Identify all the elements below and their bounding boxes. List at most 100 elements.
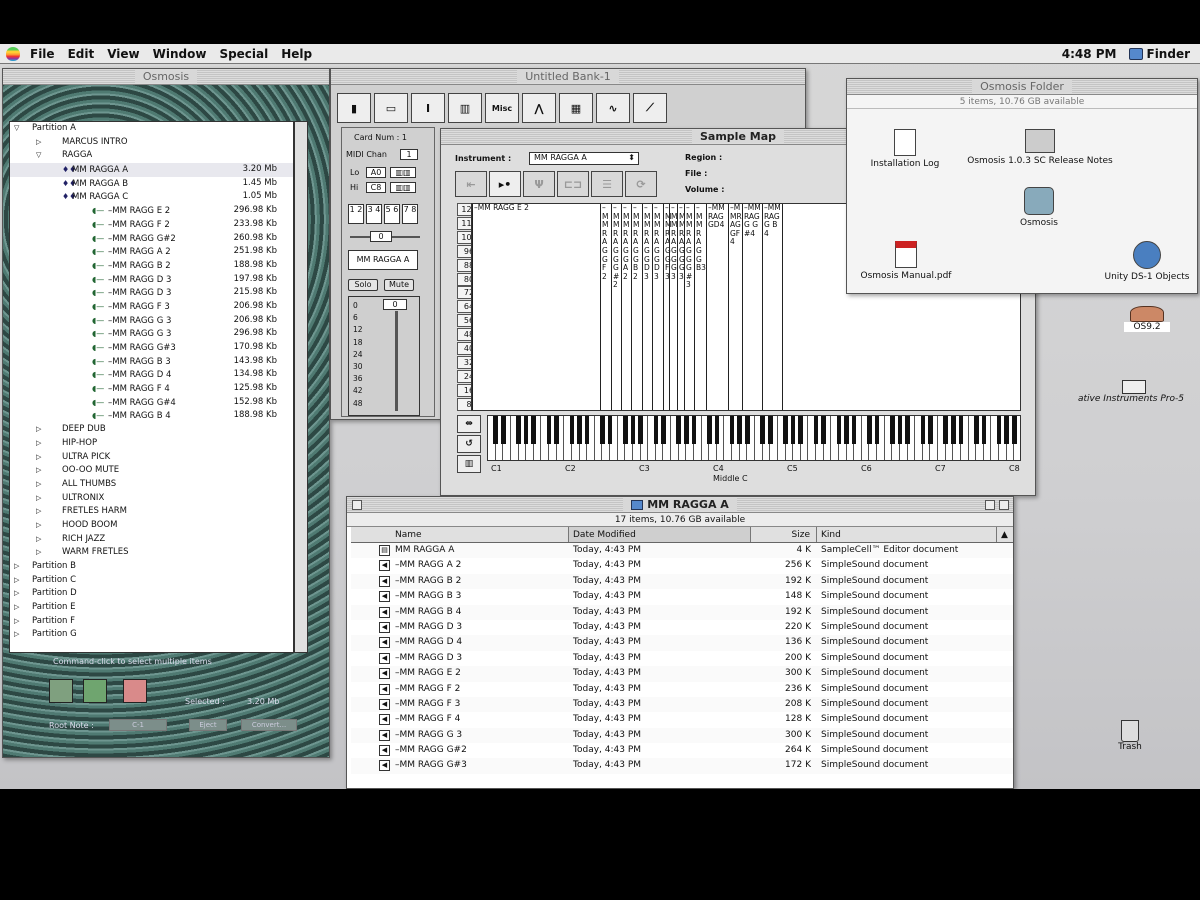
- action-button-3[interactable]: [123, 679, 147, 703]
- sample-zone[interactable]: –MMRAGGD3: [642, 204, 652, 410]
- tree-item[interactable]: ▷ ULTRA PICK: [10, 451, 293, 465]
- tree-item[interactable]: ◖— –MM RAGG F 2 233.98 Kb: [10, 218, 293, 232]
- file-row[interactable]: ◀ –MM RAGG G#3 Today, 4:43 PM 172 K SimpleSo…: [351, 758, 1013, 774]
- sort-direction-icon[interactable]: ▲: [997, 527, 1011, 542]
- disclosure-collapsed-icon[interactable]: ▷: [14, 628, 19, 642]
- tree-item[interactable]: ♦♦MM RAGGA A 3.20 Mb: [10, 163, 293, 177]
- disclosure-collapsed-icon[interactable]: ▷: [14, 615, 19, 629]
- lfo-tool-button[interactable]: ∿: [596, 93, 630, 123]
- keyboard-button[interactable]: ▥: [457, 455, 481, 473]
- disclosure-collapsed-icon[interactable]: ▷: [36, 464, 41, 478]
- undo-button[interactable]: ↺: [457, 435, 481, 453]
- tree-item[interactable]: ♦♦MM RAGGA B 1.45 Mb: [10, 177, 293, 191]
- graph-tool-button[interactable]: ⟋: [633, 93, 667, 123]
- zoom-box-icon[interactable]: [985, 500, 995, 510]
- black-key[interactable]: [714, 416, 720, 444]
- misc-tool-button[interactable]: Misc: [485, 93, 519, 123]
- black-key[interactable]: [737, 416, 743, 444]
- sample-zone[interactable]: –MMRAGGG#3: [684, 204, 694, 410]
- tree-item[interactable]: ◖— –MM RAGG B 4 188.98 Kb: [10, 409, 293, 423]
- file-row[interactable]: ◀ –MM RAGG G 3 Today, 4:43 PM 300 K SimpleSo…: [351, 727, 1013, 744]
- collapse-box-icon[interactable]: [999, 500, 1009, 510]
- midi-chan-field[interactable]: 1: [400, 149, 418, 160]
- disclosure-collapsed-icon[interactable]: ▷: [14, 574, 19, 588]
- tree-item[interactable]: ◖— –MM RAGG D 3 197.98 Kb: [10, 273, 293, 287]
- black-key[interactable]: [821, 416, 826, 444]
- column-date-modified[interactable]: Date Modified: [569, 527, 751, 542]
- map-tool-left-button[interactable]: ⇤: [455, 171, 487, 197]
- tree-item[interactable]: ♦♦MM RAGGA C 1.05 Mb: [10, 190, 293, 204]
- black-key[interactable]: [920, 416, 926, 444]
- black-key[interactable]: [958, 416, 964, 444]
- tree-item[interactable]: ▷ MARCUS INTRO: [10, 136, 293, 150]
- file-row[interactable]: ◀ –MM RAGG F 2 Today, 4:43 PM 236 K SimpleSo…: [351, 682, 1013, 697]
- volume-value[interactable]: 0: [383, 299, 407, 310]
- black-key[interactable]: [1004, 416, 1010, 444]
- tree-item[interactable]: ◖— –MM RAGG G#2 260.98 Kb: [10, 232, 293, 246]
- black-key[interactable]: [798, 416, 804, 444]
- tree-item[interactable]: ▷ Partition D: [10, 587, 293, 601]
- partition-tree[interactable]: ▽ Partition A ▷ MARCUS INTRO ▽ RAGGA ♦♦MM RAGG…: [9, 121, 294, 653]
- native-instruments-plugin[interactable]: ative Instruments Pro-5: [1062, 380, 1200, 404]
- application-menu[interactable]: Finder: [1128, 47, 1190, 61]
- tree-item[interactable]: ▷ Partition G: [10, 628, 293, 642]
- black-key[interactable]: [584, 416, 590, 444]
- disclosure-collapsed-icon[interactable]: ▷: [36, 519, 41, 533]
- disclosure-collapsed-icon[interactable]: ▷: [36, 546, 41, 560]
- sample-zone[interactable]: –MM RAGG G#4: [742, 204, 762, 410]
- column-kind[interactable]: Kind: [817, 527, 997, 542]
- disclosure-collapsed-icon[interactable]: ▷: [36, 492, 41, 506]
- convert-button[interactable]: Convert...: [241, 719, 297, 731]
- volume-fader[interactable]: 0 6 12 18 24 30 36 42 48 0: [348, 296, 420, 416]
- black-key[interactable]: [630, 416, 636, 444]
- menu-special[interactable]: Special: [219, 47, 268, 61]
- sample-zone[interactable]: –MMRAGG F2: [600, 204, 611, 410]
- disclosure-collapsed-icon[interactable]: ▷: [36, 505, 41, 519]
- key-range-button[interactable]: ⇹: [457, 415, 481, 433]
- black-key[interactable]: [844, 416, 849, 444]
- tree-item[interactable]: ◖— –MM RAGG G 3 206.98 Kb: [10, 314, 293, 328]
- file-row[interactable]: ◀ –MM RAGG D 4 Today, 4:43 PM 136 K SimpleSo…: [351, 635, 1013, 651]
- black-key[interactable]: [836, 416, 842, 444]
- file-row[interactable]: ◀ –MM RAGG B 4 Today, 4:43 PM 192 K SimpleSo…: [351, 604, 1013, 620]
- tree-item[interactable]: ◖— –MM RAGG D 3 215.98 Kb: [10, 286, 293, 300]
- menu-file[interactable]: File: [30, 47, 55, 61]
- black-key[interactable]: [661, 416, 666, 444]
- tree-item[interactable]: ▷ Partition E: [10, 601, 293, 615]
- tree-item[interactable]: ▽ RAGGA: [10, 149, 293, 163]
- black-key[interactable]: [981, 416, 987, 444]
- black-key[interactable]: [928, 416, 933, 444]
- file-row[interactable]: ▤ MM RAGGA A Today, 4:43 PM 4 K SampleCell™ …: [351, 543, 1013, 559]
- map-tool-level-button[interactable]: ☰: [591, 171, 623, 197]
- sample-zone[interactable]: –MMRAGGF4: [728, 204, 742, 410]
- black-key[interactable]: [531, 416, 537, 444]
- black-key[interactable]: [760, 416, 765, 444]
- action-button-2[interactable]: [83, 679, 107, 703]
- tree-item[interactable]: ▷ OO-OO MUTE: [10, 464, 293, 478]
- osmosis-titlebar[interactable]: Osmosis: [3, 69, 329, 85]
- black-key[interactable]: [745, 416, 750, 444]
- disclosure-expanded-icon[interactable]: ▽: [36, 149, 41, 163]
- disclosure-collapsed-icon[interactable]: ▷: [14, 601, 19, 615]
- file-row[interactable]: ◀ –MM RAGG F 4 Today, 4:43 PM 128 K SimpleSo…: [351, 712, 1013, 727]
- action-button-1[interactable]: [49, 679, 73, 703]
- tree-item[interactable]: ▷ Partition B: [10, 560, 293, 574]
- pan-slider-value[interactable]: 0: [370, 231, 392, 242]
- tree-item[interactable]: ◖— –MM RAGG G#3 170.98 Kb: [10, 341, 293, 355]
- keys-tool-button[interactable]: ▥: [448, 93, 482, 123]
- black-key[interactable]: [874, 416, 880, 444]
- sample-zone[interactable]: –MMRAGGD3: [652, 204, 663, 410]
- root-note-select[interactable]: C-1: [109, 719, 167, 731]
- solo-button[interactable]: Solo: [348, 279, 378, 291]
- mute-button[interactable]: Mute: [384, 279, 414, 291]
- black-key[interactable]: [890, 416, 895, 444]
- close-box-icon[interactable]: [352, 500, 362, 510]
- disclosure-collapsed-icon[interactable]: ▷: [36, 423, 41, 437]
- sample-zone[interactable]: –MM RAGG B 4: [762, 204, 782, 410]
- black-key[interactable]: [600, 416, 605, 444]
- hi-learn-button[interactable]: ▥▥: [390, 182, 416, 193]
- list-titlebar[interactable]: MM RAGGA A: [347, 497, 1013, 513]
- black-key[interactable]: [653, 416, 659, 444]
- eject-button[interactable]: Eject: [189, 719, 227, 731]
- black-key[interactable]: [569, 416, 575, 444]
